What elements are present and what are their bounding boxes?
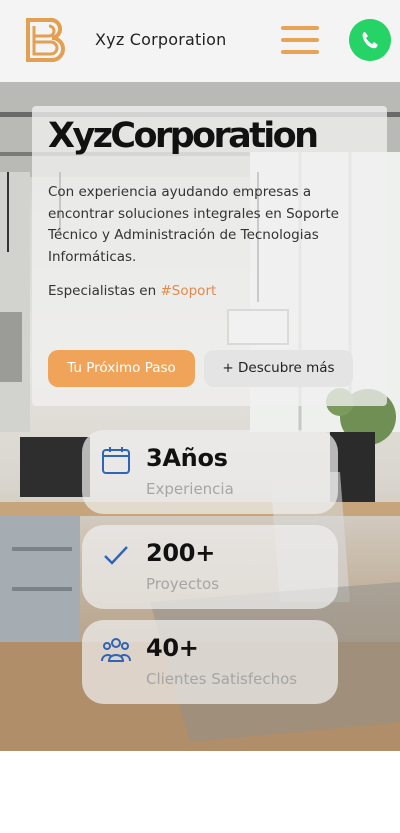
calendar-icon xyxy=(102,447,130,474)
next-step-button[interactable]: Tu Próximo Paso xyxy=(48,350,195,387)
specialists-line: Especialistas en #Soport xyxy=(48,283,216,299)
whatsapp-icon[interactable] xyxy=(349,19,391,61)
brand-name[interactable]: Xyz Corporation xyxy=(95,30,226,49)
stat-label: Clientes Satisfechos xyxy=(146,670,298,688)
specialists-prefix: Especialistas en xyxy=(48,283,157,299)
stat-value: 3Años xyxy=(146,444,228,472)
menu-hamburger-icon[interactable] xyxy=(281,26,319,54)
brand-logo-icon[interactable] xyxy=(22,14,72,66)
specialists-highlight: #Soport xyxy=(160,283,217,299)
stat-card-projects: 200+ Proyectos xyxy=(82,525,338,609)
discover-more-button[interactable]: + Descubre más xyxy=(204,350,353,387)
stat-value: 200+ xyxy=(146,539,216,567)
check-icon xyxy=(104,546,128,565)
stat-label: Proyectos xyxy=(146,575,220,593)
users-icon xyxy=(101,638,131,662)
stat-card-clients: 40+ Clientes Satisfechos xyxy=(82,620,338,704)
site-header: Xyz Corporation xyxy=(0,0,400,82)
hero-title: XyzCorporation xyxy=(48,116,319,156)
stat-label: Experiencia xyxy=(146,480,234,498)
stat-card-experience: 3Años Experiencia xyxy=(82,430,338,514)
hero-description: Con experiencia ayudando empresas a enco… xyxy=(48,184,339,265)
stat-value: 40+ xyxy=(146,634,199,662)
